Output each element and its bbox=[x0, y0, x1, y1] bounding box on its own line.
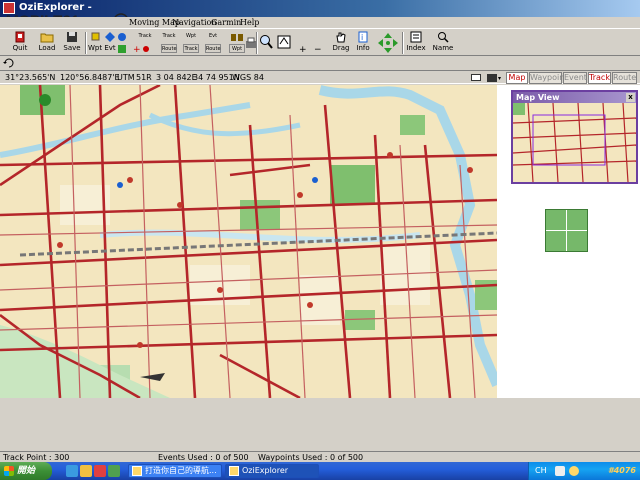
building-icon[interactable] bbox=[229, 32, 245, 42]
utm-label: UTM bbox=[117, 73, 135, 82]
datum-readout: WGS 84 bbox=[232, 73, 264, 82]
map-view-window[interactable]: Map View x bbox=[511, 90, 638, 184]
drag-button[interactable]: Drag bbox=[331, 31, 351, 56]
info-icon: i bbox=[358, 31, 368, 43]
quicklaunch-browser-icon[interactable] bbox=[66, 465, 78, 477]
scale-icon[interactable] bbox=[276, 34, 292, 50]
index-button[interactable]: Index bbox=[405, 31, 427, 56]
map-canvas[interactable] bbox=[0, 85, 497, 398]
language-indicator[interactable]: CH bbox=[535, 466, 547, 475]
main-toolbar: Quit Load Save Wpt Evt + Track Track Rou… bbox=[0, 28, 640, 73]
start-button[interactable]: 開始 bbox=[0, 462, 52, 480]
bottom-status-bar: Track Point : 300 Events Used : 0 of 500… bbox=[0, 451, 640, 462]
svg-text:i: i bbox=[361, 33, 363, 42]
network-icon[interactable] bbox=[555, 466, 565, 476]
toolbar-separator bbox=[85, 32, 87, 54]
refresh-icon[interactable] bbox=[3, 58, 15, 68]
track-point-count: Track Point : 300 bbox=[3, 453, 70, 462]
map-view-title-bar[interactable]: Map View x bbox=[513, 92, 636, 103]
browser-icon bbox=[132, 466, 142, 476]
menu-bar: Moving Map Navigation Garmin Help bbox=[0, 17, 640, 28]
tab-map[interactable]: Map bbox=[506, 72, 528, 84]
map-view-title: Map View bbox=[516, 93, 560, 102]
folder-icon bbox=[40, 33, 54, 43]
event-button[interactable]: Evt bbox=[103, 31, 117, 56]
hand-icon bbox=[336, 32, 346, 43]
latitude-readout: 31°23.565'N bbox=[5, 73, 56, 82]
easting-readout: 3 04 842E bbox=[156, 73, 197, 82]
taskbar: 開始 打造你自己的導航... OziExplorer CH #4076 bbox=[0, 462, 640, 480]
waypoint-button[interactable]: Wpt bbox=[88, 31, 102, 56]
tab-track[interactable]: Track bbox=[588, 72, 611, 84]
green-square-icon[interactable] bbox=[117, 44, 127, 54]
route-circle-icon[interactable] bbox=[117, 32, 127, 42]
secondary-toolbar bbox=[0, 56, 640, 70]
oziexplorer-icon bbox=[229, 466, 239, 476]
city-map bbox=[0, 85, 497, 398]
zoom-in-icon[interactable]: + bbox=[299, 45, 307, 55]
quicklaunch-desktop-icon[interactable] bbox=[108, 465, 120, 477]
quicklaunch-media-icon[interactable] bbox=[94, 465, 106, 477]
add-remove-icon[interactable]: + bbox=[132, 44, 152, 54]
start-label: 開始 bbox=[17, 466, 36, 476]
name-button[interactable]: Name bbox=[431, 31, 455, 56]
windows-logo-icon bbox=[4, 466, 14, 476]
mini-wpt-2[interactable]: Wpt bbox=[229, 44, 245, 53]
zoom-icon[interactable] bbox=[259, 34, 273, 50]
save-button[interactable]: Save bbox=[61, 31, 83, 56]
tab-route[interactable]: Route bbox=[612, 72, 637, 84]
menu-navigation[interactable]: Navigation bbox=[172, 18, 216, 27]
tray-clock[interactable]: #4076 bbox=[608, 466, 636, 475]
screen-icon[interactable] bbox=[470, 73, 482, 83]
navigator-grid bbox=[546, 210, 587, 251]
event-icon bbox=[105, 32, 115, 42]
system-tray: CH #4076 bbox=[528, 462, 640, 480]
position-status-line: 31°23.565'N 120°56.8487'E UTM 51R 3 04 8… bbox=[0, 70, 640, 84]
utm-zone: 51R bbox=[136, 73, 152, 82]
monitor-icon[interactable] bbox=[486, 73, 502, 83]
volume-icon[interactable] bbox=[569, 466, 579, 476]
zoom-out-icon[interactable]: − bbox=[314, 45, 322, 55]
task-oziexplorer[interactable]: OziExplorer bbox=[225, 464, 319, 478]
menu-help[interactable]: Help bbox=[240, 18, 259, 27]
svg-text:+: + bbox=[133, 45, 141, 54]
mini-track-1[interactable]: Track bbox=[137, 32, 153, 41]
task-label: 打造你自己的導航... bbox=[145, 466, 217, 475]
waypoints-used: Waypoints Used : 0 of 500 bbox=[258, 453, 364, 462]
search-icon bbox=[438, 32, 449, 43]
waypoint-icon bbox=[91, 32, 100, 41]
tab-waypoint[interactable]: Waypoint bbox=[529, 72, 567, 84]
move-arrows-icon[interactable] bbox=[377, 32, 399, 54]
empty-area bbox=[0, 398, 640, 451]
info-button[interactable]: i Info bbox=[355, 31, 371, 56]
load-button[interactable]: Load bbox=[36, 31, 58, 56]
mini-track-3[interactable]: Track bbox=[183, 44, 199, 53]
tab-event[interactable]: Event bbox=[563, 72, 587, 84]
index-icon bbox=[410, 31, 422, 43]
task-browser-window[interactable]: 打造你自己的導航... bbox=[128, 464, 222, 478]
task-label: OziExplorer bbox=[242, 466, 289, 475]
quit-icon bbox=[15, 31, 25, 43]
mini-evt-1[interactable]: Evt bbox=[205, 32, 221, 41]
menu-garmin[interactable]: Garmin bbox=[211, 18, 241, 27]
save-icon bbox=[67, 32, 77, 42]
close-icon[interactable]: x bbox=[626, 93, 635, 102]
map-navigator[interactable] bbox=[545, 209, 588, 252]
events-used: Events Used : 0 of 500 bbox=[158, 453, 249, 462]
mini-route-1[interactable]: Route bbox=[161, 44, 177, 53]
toolbar-separator bbox=[402, 32, 404, 54]
quit-button[interactable]: Quit bbox=[10, 31, 30, 56]
mini-track-2[interactable]: Track bbox=[161, 32, 177, 41]
longitude-readout: 120°56.8487'E bbox=[60, 73, 120, 82]
quicklaunch-folder-icon[interactable] bbox=[80, 465, 92, 477]
map-view-thumbnail[interactable] bbox=[512, 102, 637, 183]
mini-route-2[interactable]: Route bbox=[205, 44, 221, 53]
mini-wpt-1[interactable]: Wpt bbox=[183, 32, 199, 41]
toolbar-separator bbox=[256, 32, 258, 54]
